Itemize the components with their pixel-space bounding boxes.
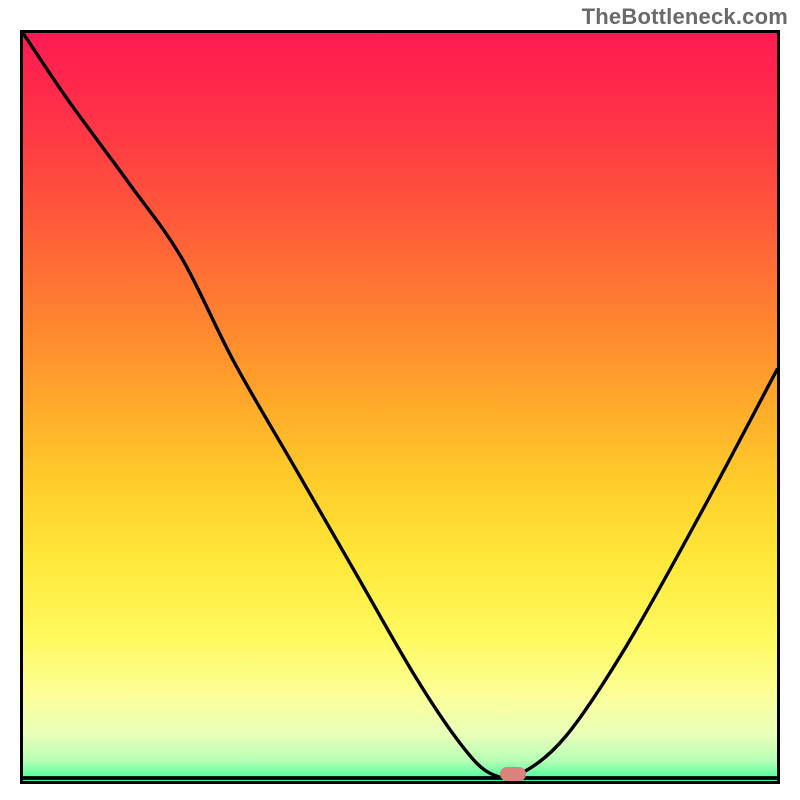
watermark-text: TheBottleneck.com [582,4,788,30]
chart-container: TheBottleneck.com [0,0,800,800]
bottleneck-curve [23,33,777,778]
plot-area [20,30,780,784]
optimal-marker [500,767,526,781]
curve-layer [23,33,777,781]
